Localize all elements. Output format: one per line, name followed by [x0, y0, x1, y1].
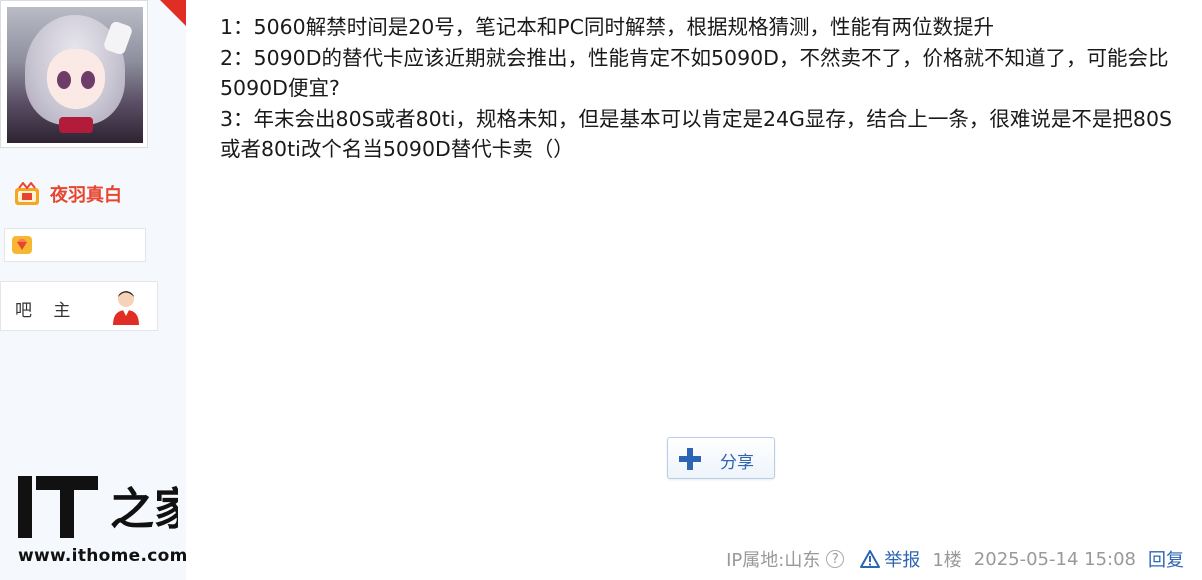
post-line: 3：年末会出80S或者80ti，规格未知，但是基本可以肯定是24G显存，结合上一…	[220, 106, 1173, 162]
role-badge[interactable]: 吧 主	[0, 281, 158, 331]
plus-icon	[679, 448, 701, 470]
report-label: 举报	[884, 550, 921, 571]
help-icon[interactable]: ?	[826, 550, 845, 568]
crown-icon	[15, 182, 39, 205]
floor-number: 1楼	[932, 550, 962, 571]
share-button[interactable]: 分享	[667, 437, 775, 479]
post-line: 2：5090D的替代卡应该近期就会推出，性能肯定不如5090D，不然卖不了，价格…	[220, 45, 1169, 101]
role-label: 吧 主	[15, 301, 79, 321]
reply-link[interactable]: 回复	[1148, 546, 1184, 572]
ip-location: IP属地:山东	[726, 550, 821, 571]
svg-text:之家: 之家	[110, 484, 178, 535]
gem-icon	[12, 236, 32, 254]
avatar[interactable]	[7, 7, 143, 143]
watermark-url: www.ithome.com	[18, 546, 188, 566]
post-time: 2025-05-14 15:08	[973, 548, 1136, 570]
username-link[interactable]: 夜羽真白	[50, 181, 122, 207]
post-footer: IP属地:山东 ? 举报 1楼 2025-05-14 15:08 回复	[726, 545, 1184, 573]
person-icon	[113, 291, 139, 325]
author-sidebar: 夜羽真白 吧 主 之家 www.ithome.com	[0, 0, 188, 580]
corner-ribbon-icon	[160, 0, 186, 26]
post-content: 1：5060解禁时间是20号，笔记本和PC同时解禁，根据规格猜测，性能有两位数提…	[220, 12, 1180, 165]
post-line: 1：5060解禁时间是20号，笔记本和PC同时解禁，根据规格猜测，性能有两位数提…	[220, 15, 994, 39]
ithome-logo-icon: 之家	[18, 476, 178, 538]
warning-icon	[860, 550, 881, 568]
username-row[interactable]: 夜羽真白	[14, 180, 122, 208]
report-link[interactable]: 举报	[860, 546, 920, 572]
avatar-frame[interactable]	[0, 0, 148, 148]
level-badge[interactable]	[4, 228, 146, 262]
share-label: 分享	[720, 453, 754, 473]
